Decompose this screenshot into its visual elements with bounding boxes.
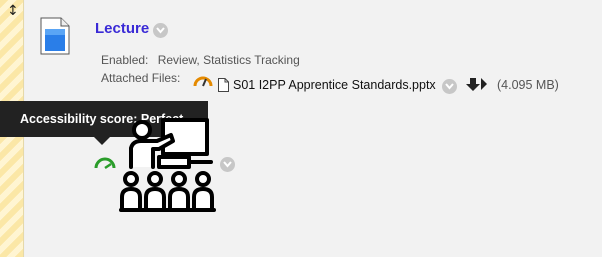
image-menu-button[interactable]	[220, 157, 235, 172]
enabled-label: Enabled:	[101, 53, 149, 67]
file-small-icon	[218, 78, 229, 92]
enabled-value: Review, Statistics Tracking	[157, 53, 300, 67]
chevron-down-icon	[223, 161, 232, 168]
tooltip-arrow	[94, 137, 110, 145]
file-document-icon	[40, 17, 70, 55]
gauge-icon[interactable]	[94, 156, 116, 170]
item-title-link[interactable]: Lecture	[95, 20, 149, 37]
attached-file-link[interactable]: S01 I2PP Apprentice Standards.pptx	[233, 78, 436, 92]
item-menu-button[interactable]	[153, 23, 168, 38]
chevron-down-icon	[156, 27, 165, 34]
move-vertical-icon[interactable]: ↕	[7, 4, 19, 18]
enabled-row: Enabled: Review, Statistics Tracking	[101, 53, 300, 67]
file-size: (4.095 MB)	[497, 78, 559, 92]
chevron-down-icon	[445, 83, 454, 90]
teacher-classroom-icon	[119, 118, 216, 212]
download-icon[interactable]	[465, 77, 489, 92]
gauge-icon[interactable]	[193, 74, 213, 88]
file-menu-button[interactable]	[442, 79, 457, 94]
attached-files-label: Attached Files:	[101, 71, 181, 85]
